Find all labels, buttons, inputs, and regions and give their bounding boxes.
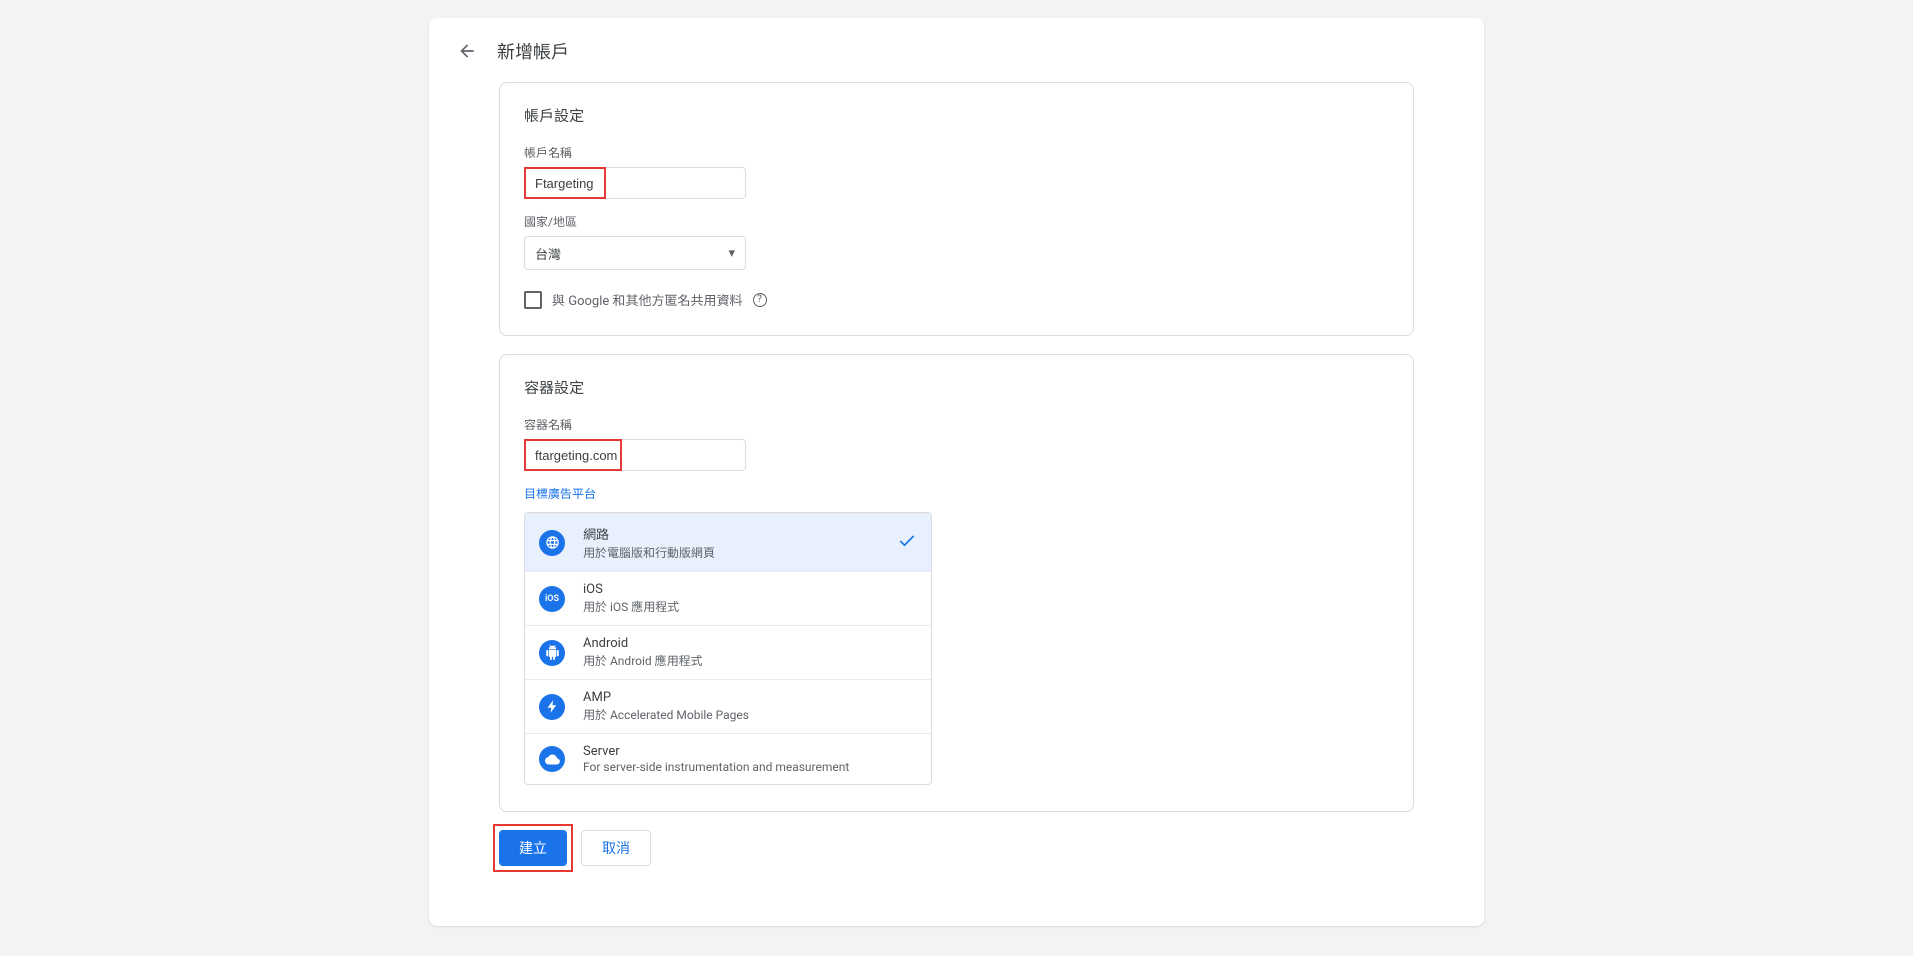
platform-desc: 用於 Accelerated Mobile Pages <box>583 706 917 723</box>
container-settings-card: 容器設定 容器名稱 目標廣告平台 網路 用於電腦版和行動版網頁 <box>499 354 1414 812</box>
account-settings-card: 帳戶設定 帳戶名稱 國家/地區 台灣 ▾ 與 Google 和其他方匿名共用資料… <box>499 82 1414 336</box>
container-name-input[interactable] <box>524 439 746 471</box>
country-value: 台灣 <box>535 244 561 263</box>
page-title: 新增帳戶 <box>497 38 569 64</box>
share-data-checkbox[interactable] <box>524 291 542 309</box>
platform-name: Server <box>583 744 917 759</box>
platform-list: 網路 用於電腦版和行動版網頁 iOS iOS 用於 iOS 應用程式 <box>524 512 932 785</box>
highlight-create-button: 建立 <box>499 830 567 866</box>
platform-desc: For server-side instrumentation and meas… <box>583 760 917 774</box>
check-icon <box>897 531 917 555</box>
help-icon[interactable]: ? <box>753 293 767 307</box>
share-data-label: 與 Google 和其他方匿名共用資料 <box>552 290 743 309</box>
account-name-input[interactable] <box>524 167 746 199</box>
container-name-label: 容器名稱 <box>524 416 1389 433</box>
cloud-icon <box>539 746 565 772</box>
platform-desc: 用於 iOS 應用程式 <box>583 598 917 615</box>
amp-icon <box>539 694 565 720</box>
account-section-title: 帳戶設定 <box>524 105 1389 126</box>
platform-name: Android <box>583 636 917 651</box>
ios-icon: iOS <box>539 586 565 612</box>
back-arrow-icon[interactable] <box>455 39 479 63</box>
country-label: 國家/地區 <box>524 213 1389 230</box>
platform-item-web[interactable]: 網路 用於電腦版和行動版網頁 <box>525 513 931 571</box>
platform-desc: 用於 Android 應用程式 <box>583 652 917 669</box>
cancel-button[interactable]: 取消 <box>581 830 651 866</box>
container-section-title: 容器設定 <box>524 377 1389 398</box>
chevron-down-icon: ▾ <box>728 246 735 261</box>
platform-item-android[interactable]: Android 用於 Android 應用程式 <box>525 625 931 679</box>
platform-name: iOS <box>583 582 917 597</box>
platform-desc: 用於電腦版和行動版網頁 <box>583 544 897 561</box>
create-button[interactable]: 建立 <box>499 830 567 866</box>
platform-label[interactable]: 目標廣告平台 <box>524 485 1389 502</box>
android-icon <box>539 640 565 666</box>
platform-item-server[interactable]: Server For server-side instrumentation a… <box>525 733 931 784</box>
platform-item-ios[interactable]: iOS iOS 用於 iOS 應用程式 <box>525 571 931 625</box>
globe-icon <box>539 530 565 556</box>
account-name-label: 帳戶名稱 <box>524 144 1389 161</box>
platform-name: 網路 <box>583 524 897 543</box>
platform-name: AMP <box>583 690 917 705</box>
country-select[interactable]: 台灣 ▾ <box>524 236 746 270</box>
platform-item-amp[interactable]: AMP 用於 Accelerated Mobile Pages <box>525 679 931 733</box>
